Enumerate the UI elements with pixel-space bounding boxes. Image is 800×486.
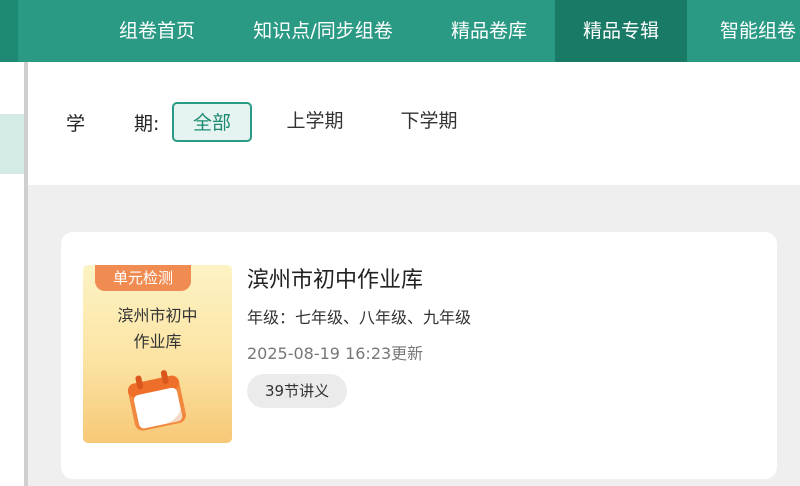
section-divider bbox=[28, 185, 800, 203]
cover-title-line1: 滨州市初中 bbox=[117, 306, 198, 325]
cover-tag: 单元检测 bbox=[95, 265, 191, 291]
sidebar-selected-item[interactable] bbox=[0, 114, 24, 174]
album-title[interactable]: 滨州市初中作业库 bbox=[247, 262, 423, 294]
filter-label-char2: 期: bbox=[134, 113, 160, 135]
album-card[interactable]: 单元检测 滨州市初中 作业库 滨州市初中作业库 年级：七年级、八年级、九年级 2… bbox=[61, 232, 777, 479]
filter-label-char1: 学 bbox=[66, 113, 86, 135]
nav-item-knowledge-sync[interactable]: 知识点/同步组卷 bbox=[228, 0, 418, 62]
filter-option-all[interactable]: 全部 bbox=[172, 102, 252, 142]
top-navigation: 组卷首页 知识点/同步组卷 精品卷库 精品专辑 智能组卷 bbox=[0, 0, 800, 62]
nav-item-premium-albums[interactable]: 精品专辑 bbox=[555, 0, 687, 62]
nav-edge bbox=[0, 0, 18, 62]
cover-title: 滨州市初中 作业库 bbox=[83, 303, 232, 355]
nav-item-premium-papers[interactable]: 精品卷库 bbox=[428, 0, 550, 62]
filter-option-first-semester[interactable]: 上学期 bbox=[272, 102, 358, 142]
cover-title-line2: 作业库 bbox=[133, 332, 182, 351]
left-sidebar bbox=[0, 62, 24, 486]
filter-option-second-semester[interactable]: 下学期 bbox=[386, 102, 472, 142]
album-updated-time: 2025-08-19 16:23更新 bbox=[247, 344, 424, 363]
album-cover[interactable]: 单元检测 滨州市初中 作业库 bbox=[83, 265, 232, 443]
nav-item-smart-compose[interactable]: 智能组卷 bbox=[697, 0, 800, 62]
lesson-count-badge[interactable]: 39节讲义 bbox=[247, 374, 348, 408]
main-content: 学 期: 全部 上学期 下学期 单元检测 滨州市初中 作业库 滨州市初中作业库 … bbox=[28, 62, 800, 486]
nav-item-home[interactable]: 组卷首页 bbox=[96, 0, 218, 62]
calendar-icon bbox=[127, 370, 186, 431]
semester-filter: 学 期: 全部 上学期 下学期 bbox=[28, 62, 800, 185]
album-grade: 年级：七年级、八年级、九年级 bbox=[247, 308, 472, 327]
